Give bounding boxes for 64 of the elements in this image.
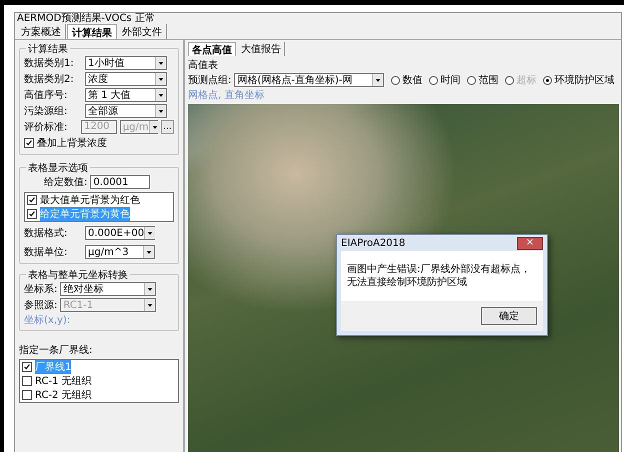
caret-icon xyxy=(148,121,160,133)
dialog-title: EIAProA2018 xyxy=(341,238,406,248)
tab[interactable]: 各点高值 xyxy=(188,42,236,56)
caret-icon xyxy=(144,299,156,311)
input-field[interactable]: 0.0001 xyxy=(90,175,150,189)
dropdown[interactable]: 浓度 xyxy=(85,72,167,86)
group-title: 高值表 xyxy=(188,58,219,72)
dropdown[interactable]: μg/m^3 xyxy=(85,245,155,259)
list-item[interactable]: RC-2 无组织 xyxy=(35,388,92,402)
checkbox[interactable] xyxy=(27,209,37,219)
radio-button[interactable] xyxy=(467,76,476,84)
error-message: 画图中产生错误:厂界线外部没有超标点，无法直接绘制环境防护区域 xyxy=(341,251,543,301)
field-label: 参照源: xyxy=(24,298,58,312)
ok-button[interactable]: 确定 xyxy=(481,307,537,325)
dropdown[interactable]: 第 1 大值 xyxy=(85,88,167,102)
close-button[interactable]: × xyxy=(517,236,543,250)
caret-icon xyxy=(372,74,384,86)
field-label: 数据类别1: xyxy=(24,56,75,70)
dropdown[interactable]: 全部源 xyxy=(85,104,167,118)
group-title: 表格与整单元坐标转换 xyxy=(26,268,130,282)
tab[interactable]: 方案概述 xyxy=(17,24,66,39)
radio-button[interactable] xyxy=(543,76,552,84)
caret-icon xyxy=(143,246,154,258)
radio-label: 数值 xyxy=(402,74,422,87)
caret-icon xyxy=(155,57,166,69)
caret-icon xyxy=(144,227,156,239)
field-label: 污染源组: xyxy=(24,104,68,118)
field-label: 预测点组: xyxy=(188,74,232,87)
caret-icon xyxy=(155,105,166,117)
radio-button[interactable] xyxy=(391,76,400,84)
dropdown[interactable]: 网格(网格点-直角坐标)-网 xyxy=(234,73,384,87)
radio-label: 超标 xyxy=(516,74,536,87)
list-item[interactable]: RC-1 无组织 xyxy=(35,374,92,388)
checkbox[interactable] xyxy=(22,390,32,400)
field-label: 高值序号: xyxy=(24,88,68,102)
radio-button[interactable] xyxy=(429,76,438,84)
list-item[interactable]: 最大值单元背景为红色 xyxy=(40,193,140,207)
radio-label: 范围 xyxy=(478,74,498,87)
field-label: 数据类别2: xyxy=(24,72,75,86)
window-title: AERMOD预测结果-VOCs 正常 xyxy=(16,13,156,24)
dropdown[interactable]: 1小时值 xyxy=(85,56,167,70)
radio-label: 时间 xyxy=(440,74,460,87)
caret-icon xyxy=(155,89,166,101)
checkbox-label: 叠加上背景浓度 xyxy=(37,136,107,150)
caret-icon xyxy=(155,73,166,85)
field-label: 评价标准: xyxy=(24,120,68,134)
checkbox[interactable] xyxy=(27,195,37,205)
radio-label: 环境防护区域 xyxy=(554,74,614,87)
field-label: 数据格式: xyxy=(24,226,68,240)
list-label: 指定一条厂界线: xyxy=(19,344,94,357)
field-label: 给定数值: xyxy=(44,176,88,189)
checkbox[interactable] xyxy=(24,138,34,148)
group-title: 表格显示选项 xyxy=(26,161,90,175)
tab[interactable]: 计算结果 xyxy=(67,24,117,39)
caret-icon xyxy=(144,283,156,295)
dropdown[interactable]: 绝对坐标 xyxy=(60,282,156,296)
group-title: 计算结果 xyxy=(26,42,70,56)
field-label: 坐标系: xyxy=(24,282,58,296)
dropdown[interactable]: 0.000E+00 xyxy=(85,226,155,240)
tab[interactable]: 大值报告 xyxy=(238,42,285,56)
checkbox[interactable] xyxy=(22,376,32,386)
tab[interactable]: 外部文件 xyxy=(118,24,167,39)
field-label: 数据单位: xyxy=(24,246,68,259)
checkbox[interactable] xyxy=(22,362,32,372)
